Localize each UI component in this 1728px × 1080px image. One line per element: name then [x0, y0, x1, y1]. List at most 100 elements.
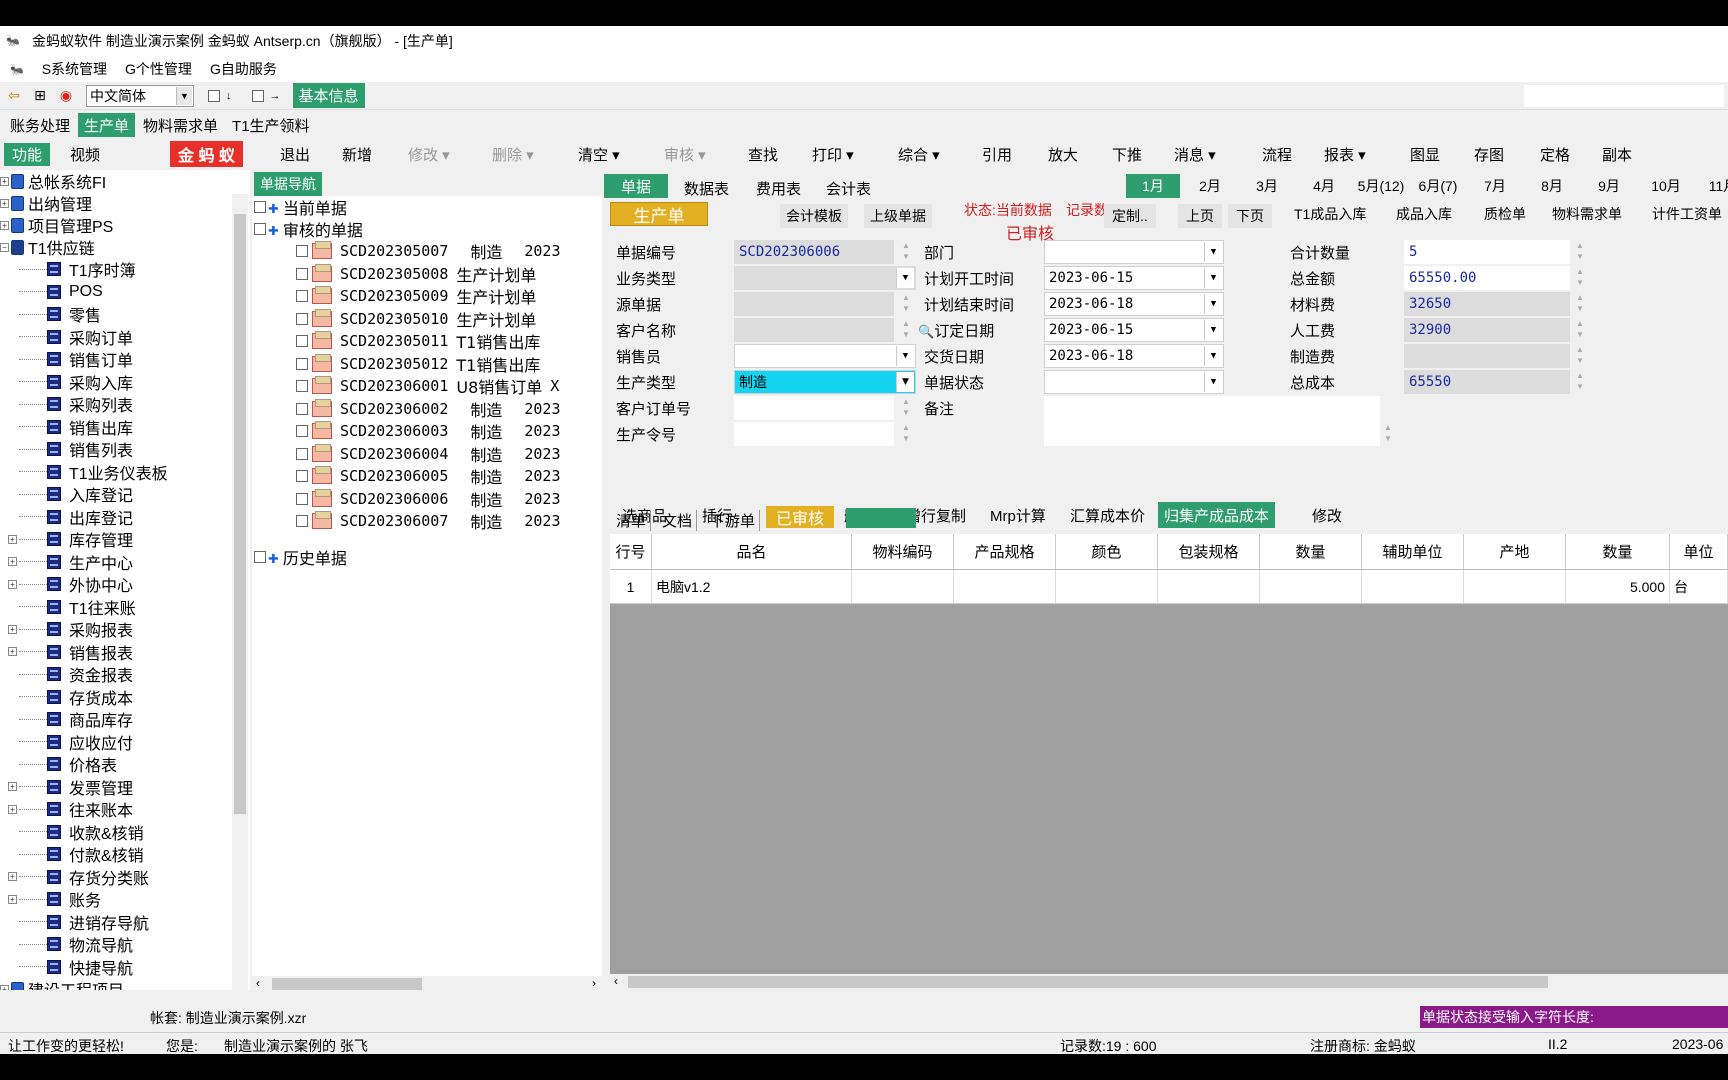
cmd-zoom[interactable]: 放大 [1048, 140, 1078, 168]
grid-cell[interactable] [1362, 570, 1464, 604]
tree-node-project[interactable]: + 项目管理PS [0, 214, 113, 236]
nav-doc-checkbox[interactable] [296, 357, 308, 370]
expand-icon[interactable]: + [8, 579, 17, 589]
grid-header-cell[interactable]: 辅助单位 [1362, 534, 1464, 570]
nav-doc-item[interactable]: SCD202305010 生产计划单 [296, 308, 544, 330]
menu-personal[interactable]: G个性管理 [125, 59, 192, 79]
tab-accounting[interactable]: 账务处理 [4, 113, 76, 137]
tree-item[interactable]: + 账务 [8, 888, 101, 910]
link-piecework-wage[interactable]: 计件工资单 [1652, 204, 1728, 224]
link-t1-finished-receipt[interactable]: T1成品入库 [1294, 204, 1366, 224]
link-finished-receipt[interactable]: 成品入库 [1396, 204, 1452, 224]
source-doc-field[interactable] [734, 292, 894, 316]
nav-doc-checkbox[interactable] [296, 447, 308, 460]
spin-icon[interactable]: ▲ ▼ [1382, 422, 1394, 446]
spin-icon[interactable]: ▲ ▼ [900, 292, 912, 316]
tab-production-order[interactable]: 生产单 [78, 113, 136, 137]
cmd-message[interactable]: 消息 ▾ [1174, 140, 1216, 168]
nav-doc-item[interactable]: SCD202305011 T1销售出库 [296, 330, 548, 352]
spin-icon[interactable]: ▲ ▼ [900, 318, 912, 342]
nav-doc-checkbox[interactable] [296, 470, 308, 482]
action-button[interactable]: Mrp计算 [984, 502, 1052, 528]
nav-audited-checkbox[interactable] [254, 223, 266, 235]
link-material-requirement[interactable]: 物料需求单 [1552, 204, 1622, 224]
month-tab[interactable]: 9月 [1582, 174, 1636, 198]
nav-doc-item[interactable]: SCD202306006 制造 2023 [296, 488, 561, 510]
month-tab[interactable]: 4月 [1297, 174, 1351, 198]
tree-scrollbar[interactable] [232, 194, 248, 990]
total-cost-field[interactable]: 65550 [1404, 370, 1570, 394]
exit-door-icon[interactable]: ⇦ [4, 86, 24, 106]
nav-doc-item[interactable]: SCD202306005 制造 2023 [296, 465, 561, 487]
nav-audited[interactable]: ✚ 审核的单据 [254, 218, 363, 240]
action-button[interactable]: 汇算成本价 [1064, 502, 1151, 528]
grid-cell[interactable] [1260, 570, 1362, 604]
tree-icon[interactable]: ⊞ [30, 86, 50, 106]
overhead-field[interactable] [1404, 344, 1570, 368]
nav-doc-item[interactable]: SCD202306002 制造 2023 [296, 398, 561, 420]
tab-accounting-table[interactable]: 会计表 [826, 178, 871, 199]
grid-header-cell[interactable]: 包装规格 [1158, 534, 1260, 570]
nav-doc-checkbox[interactable] [296, 312, 308, 325]
basic-info-button[interactable]: 基本信息 [292, 83, 365, 108]
salesperson-select[interactable]: ▼ [734, 344, 916, 368]
nav-doc-checkbox[interactable] [296, 492, 308, 505]
tab-video[interactable]: 视频 [70, 144, 100, 165]
month-tab[interactable]: 3月 [1240, 174, 1294, 198]
grid-cell[interactable] [954, 570, 1056, 604]
spin-icon[interactable]: ▲ ▼ [1574, 344, 1586, 368]
grid-cell[interactable]: 台 [1670, 570, 1728, 604]
tab-material-requirement[interactable]: 物料需求单 [137, 113, 224, 137]
month-tab[interactable]: 7月 [1468, 174, 1522, 198]
spin-icon[interactable]: ▲ ▼ [900, 240, 912, 264]
record-icon[interactable]: ◉ [56, 86, 76, 106]
expand-icon[interactable]: + [0, 176, 9, 186]
expand-icon[interactable]: + [8, 647, 17, 656]
tree-item[interactable]: + 库存管理 [8, 528, 133, 550]
spin-icon[interactable]: ▲ ▼ [1574, 370, 1586, 394]
grid-cell[interactable]: 5.000 [1566, 570, 1670, 604]
tab-functions[interactable]: 功能 [4, 143, 51, 166]
expand-icon[interactable]: + [8, 804, 17, 814]
material-cost-field[interactable]: 32650 [1404, 292, 1570, 316]
spin-icon[interactable]: ▲ ▼ [900, 396, 912, 420]
nav-doc-item[interactable]: SCD202306003 制造 2023 [296, 420, 561, 442]
grid-header-cell[interactable]: 产品规格 [954, 534, 1056, 570]
tree-item[interactable]: + 往来账本 [8, 798, 133, 820]
magnifier-icon[interactable]: 🔍 [918, 324, 934, 339]
scroll-right-icon[interactable]: › [592, 976, 596, 990]
grid-cell[interactable]: 电脑v1.2 [652, 570, 852, 604]
cmd-new[interactable]: 新增 [342, 140, 372, 168]
grid-cell[interactable] [1464, 570, 1566, 604]
month-tab[interactable]: 1月 [1126, 174, 1180, 198]
tree-item[interactable]: + 存货分类账 [8, 866, 149, 888]
tree-item[interactable]: 资金报表 [8, 663, 133, 685]
grid-header-cell[interactable]: 颜色 [1056, 534, 1158, 570]
tree-item[interactable]: 付款&核销 [8, 843, 144, 865]
grid-cell[interactable] [1158, 570, 1260, 604]
tree-item[interactable]: 应收应付 [8, 731, 133, 753]
expand-icon[interactable]: + [8, 872, 17, 881]
nav-doc-checkbox[interactable] [296, 267, 308, 280]
tab-documents[interactable]: 文档 [658, 510, 698, 531]
tree-item[interactable]: + 生产中心 [8, 551, 133, 573]
scroll-thumb[interactable] [628, 976, 1548, 988]
doc-state-select[interactable]: ▼ [1044, 370, 1224, 394]
cmd-push-down[interactable]: 下推 [1112, 140, 1142, 168]
month-tab[interactable]: 5月(12) [1354, 174, 1408, 198]
nav-doc-checkbox[interactable] [296, 515, 308, 527]
month-tab[interactable]: 8月 [1525, 174, 1579, 198]
tree-item[interactable]: 收款&核销 [8, 821, 144, 843]
toolbar-search-box[interactable] [1524, 85, 1724, 107]
accounting-template-button[interactable]: 会计模板 [780, 204, 848, 228]
cmd-copy[interactable]: 副本 [1602, 140, 1632, 168]
cmd-reference[interactable]: 引用 [982, 140, 1012, 168]
cmd-audit[interactable]: 审核 ▾ [664, 140, 706, 168]
nav-doc-checkbox[interactable] [296, 380, 308, 392]
nav-doc-item[interactable]: SCD202306007 制造 2023 [296, 510, 561, 532]
cmd-print[interactable]: 打印 ▾ [812, 140, 854, 168]
tree-item[interactable]: 存货成本 [8, 686, 133, 708]
link-quality-check[interactable]: 质检单 [1484, 204, 1526, 224]
cmd-flow[interactable]: 流程 [1262, 140, 1292, 168]
doc-no-field[interactable]: SCD202306006 [734, 240, 894, 264]
